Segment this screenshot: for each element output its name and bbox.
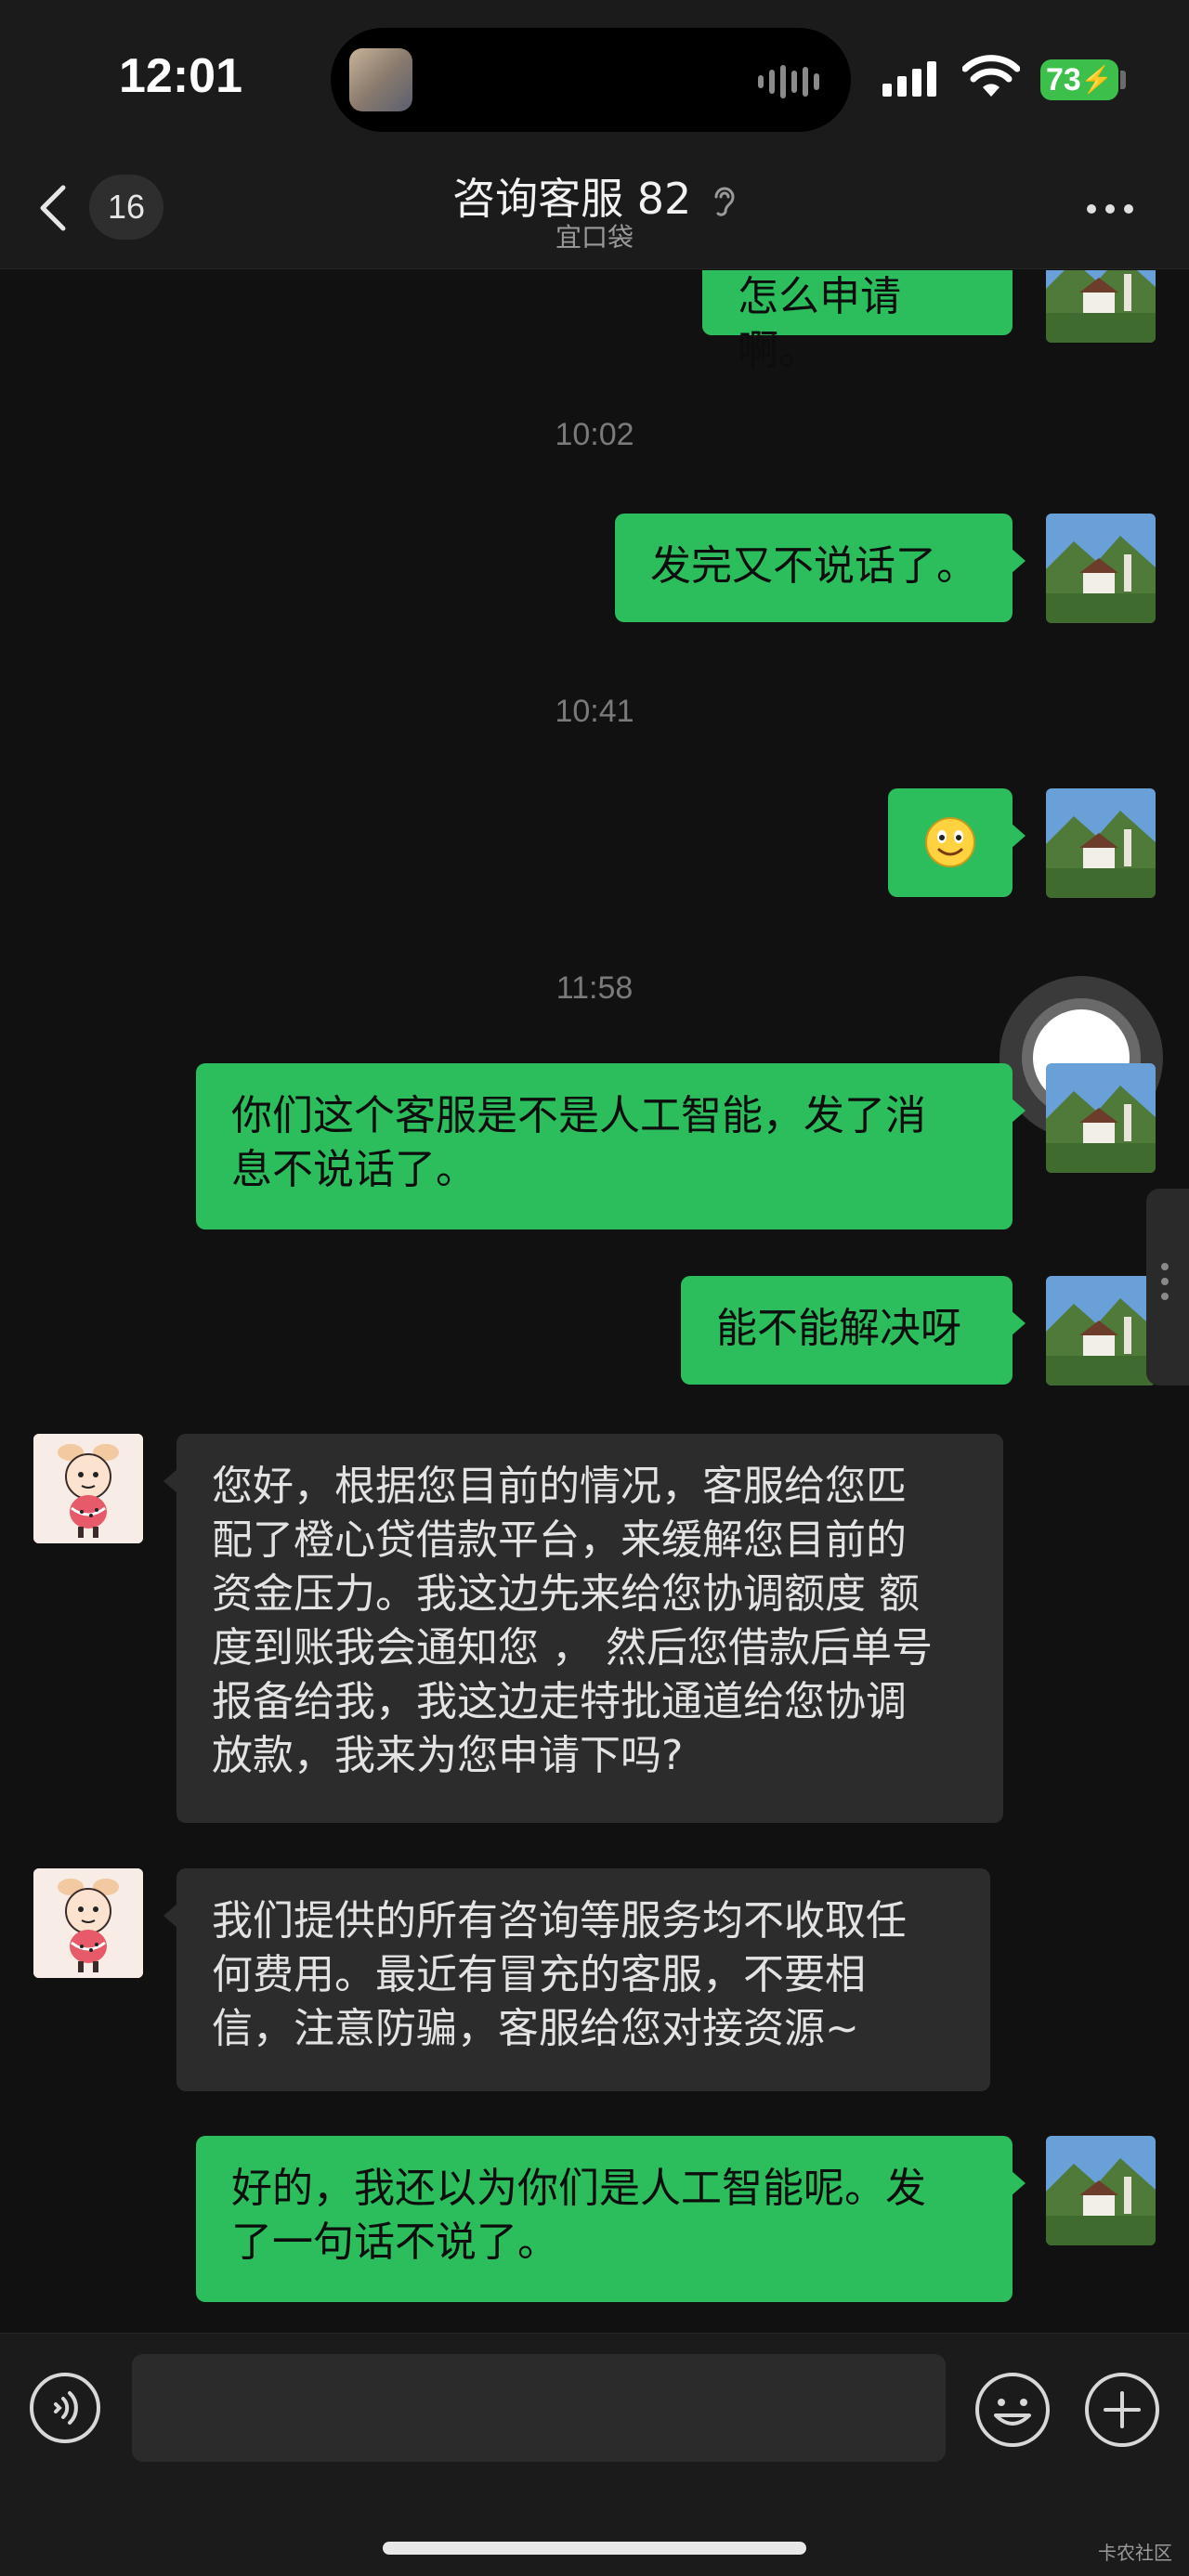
battery-tip: [1120, 71, 1126, 89]
charging-bolt-icon: ⚡: [1080, 65, 1113, 94]
message-list[interactable]: 怎么申请啊。 10:02 发完又不说话了。 10:41 11:58 你们这个客服…: [0, 270, 1189, 2333]
message-line: 放款，我来为您申请下吗?: [212, 1732, 684, 1779]
dynamic-island[interactable]: [331, 28, 851, 132]
sent-message-bubble[interactable]: [888, 788, 1013, 897]
drag-dots-icon: [1161, 1263, 1169, 1300]
message-line: 报备给我，我这边走特批通道给您协调: [212, 1678, 907, 1725]
message-line: 了一句话不说了。: [231, 2218, 558, 2266]
ear-icon: [714, 187, 735, 216]
my-avatar[interactable]: [1046, 788, 1156, 898]
home-indicator[interactable]: [383, 2542, 806, 2555]
chat-header: 16 咨询客服 82 宜口袋: [0, 149, 1189, 269]
sent-message-bubble[interactable]: 发完又不说话了。: [615, 514, 1013, 622]
sent-message-bubble[interactable]: 好的，我还以为你们是人工智能呢。发 了一句话不说了。: [196, 2136, 1013, 2302]
bubble-tail: [1011, 1310, 1026, 1336]
message-line: 资金压力。我这边先来给您协调额度 额: [212, 1570, 920, 1618]
sent-message-bubble[interactable]: 怎么申请啊。: [702, 270, 1013, 374]
timestamp: 10:02: [555, 417, 634, 452]
status-time: 12:01: [119, 49, 242, 103]
side-drawer-handle[interactable]: [1146, 1189, 1189, 1386]
status-bar: 12:01 73 ⚡: [0, 0, 1189, 149]
sent-message-bubble[interactable]: 你们这个客服是不是人工智能，发了消 息不说话了。: [196, 1063, 1013, 1229]
agent-avatar[interactable]: [33, 1868, 143, 1978]
message-line: 我们提供的所有咨询等服务均不收取任: [212, 1897, 907, 1945]
my-avatar[interactable]: [1046, 514, 1156, 623]
my-avatar[interactable]: [1046, 270, 1156, 343]
bubble-tail: [1011, 2170, 1026, 2196]
message-line: 配了橙心贷借款平台，来缓解您目前的: [212, 1516, 907, 1564]
audio-waveform-icon: [758, 63, 819, 100]
message-composer: 卡农社区: [0, 2333, 1189, 2576]
message-line: 好的，我还以为你们是人工智能呢。发: [231, 2165, 926, 2212]
my-avatar[interactable]: [1046, 2136, 1156, 2245]
bubble-tail: [1011, 1098, 1026, 1124]
message-text: 能不能解决呀: [716, 1305, 961, 1352]
timestamp: 11:58: [555, 970, 634, 1006]
watermark: 卡农社区: [1098, 2542, 1172, 2564]
message-line: 您好，根据您目前的情况，客服给您匹: [212, 1463, 907, 1510]
received-message-bubble[interactable]: 您好，根据您目前的情况，客服给您匹 配了橙心贷借款平台，来缓解您目前的 资金压力…: [176, 1434, 1003, 1823]
my-avatar[interactable]: [1046, 1063, 1156, 1173]
message-text: 发完又不说话了。: [650, 542, 977, 590]
battery-level: 73: [1046, 62, 1081, 98]
agent-avatar[interactable]: [33, 1434, 143, 1543]
timestamp: 10:41: [555, 694, 634, 729]
add-icon[interactable]: [1083, 2371, 1161, 2449]
battery-indicator: 73 ⚡: [1040, 59, 1118, 100]
wifi-icon: [962, 55, 1020, 97]
message-line: 你们这个客服是不是人工智能，发了消: [231, 1092, 926, 1139]
bubble-tail: [1011, 548, 1026, 574]
message-line: 信，注意防骗，客服给您对接资源~: [212, 2005, 859, 2052]
smile-emoji-icon: [925, 817, 975, 867]
message-input[interactable]: [132, 2354, 946, 2462]
message-text: 怎么申请啊。: [738, 273, 901, 374]
chat-subtitle: 宜口袋: [555, 222, 634, 253]
bubble-tail: [1011, 823, 1026, 849]
voice-icon[interactable]: [28, 2371, 102, 2445]
message-line: 度到账我会通知您 ， 然后您借款后单号: [212, 1624, 933, 1672]
cellular-signal-icon: [882, 59, 936, 97]
message-line: 息不说话了。: [231, 1146, 477, 1193]
message-line: 何费用。最近有冒充的客服，不要相: [212, 1951, 866, 1998]
chat-title-text: 咨询客服 82: [452, 174, 692, 224]
now-playing-thumbnail: [349, 48, 412, 111]
more-icon[interactable]: [1087, 195, 1143, 223]
emoji-icon[interactable]: [973, 2371, 1052, 2449]
sent-message-bubble[interactable]: 能不能解决呀: [681, 1276, 1013, 1385]
my-avatar[interactable]: [1046, 1276, 1156, 1386]
received-message-bubble[interactable]: 我们提供的所有咨询等服务均不收取任 何费用。最近有冒充的客服，不要相 信，注意防…: [176, 1868, 990, 2091]
